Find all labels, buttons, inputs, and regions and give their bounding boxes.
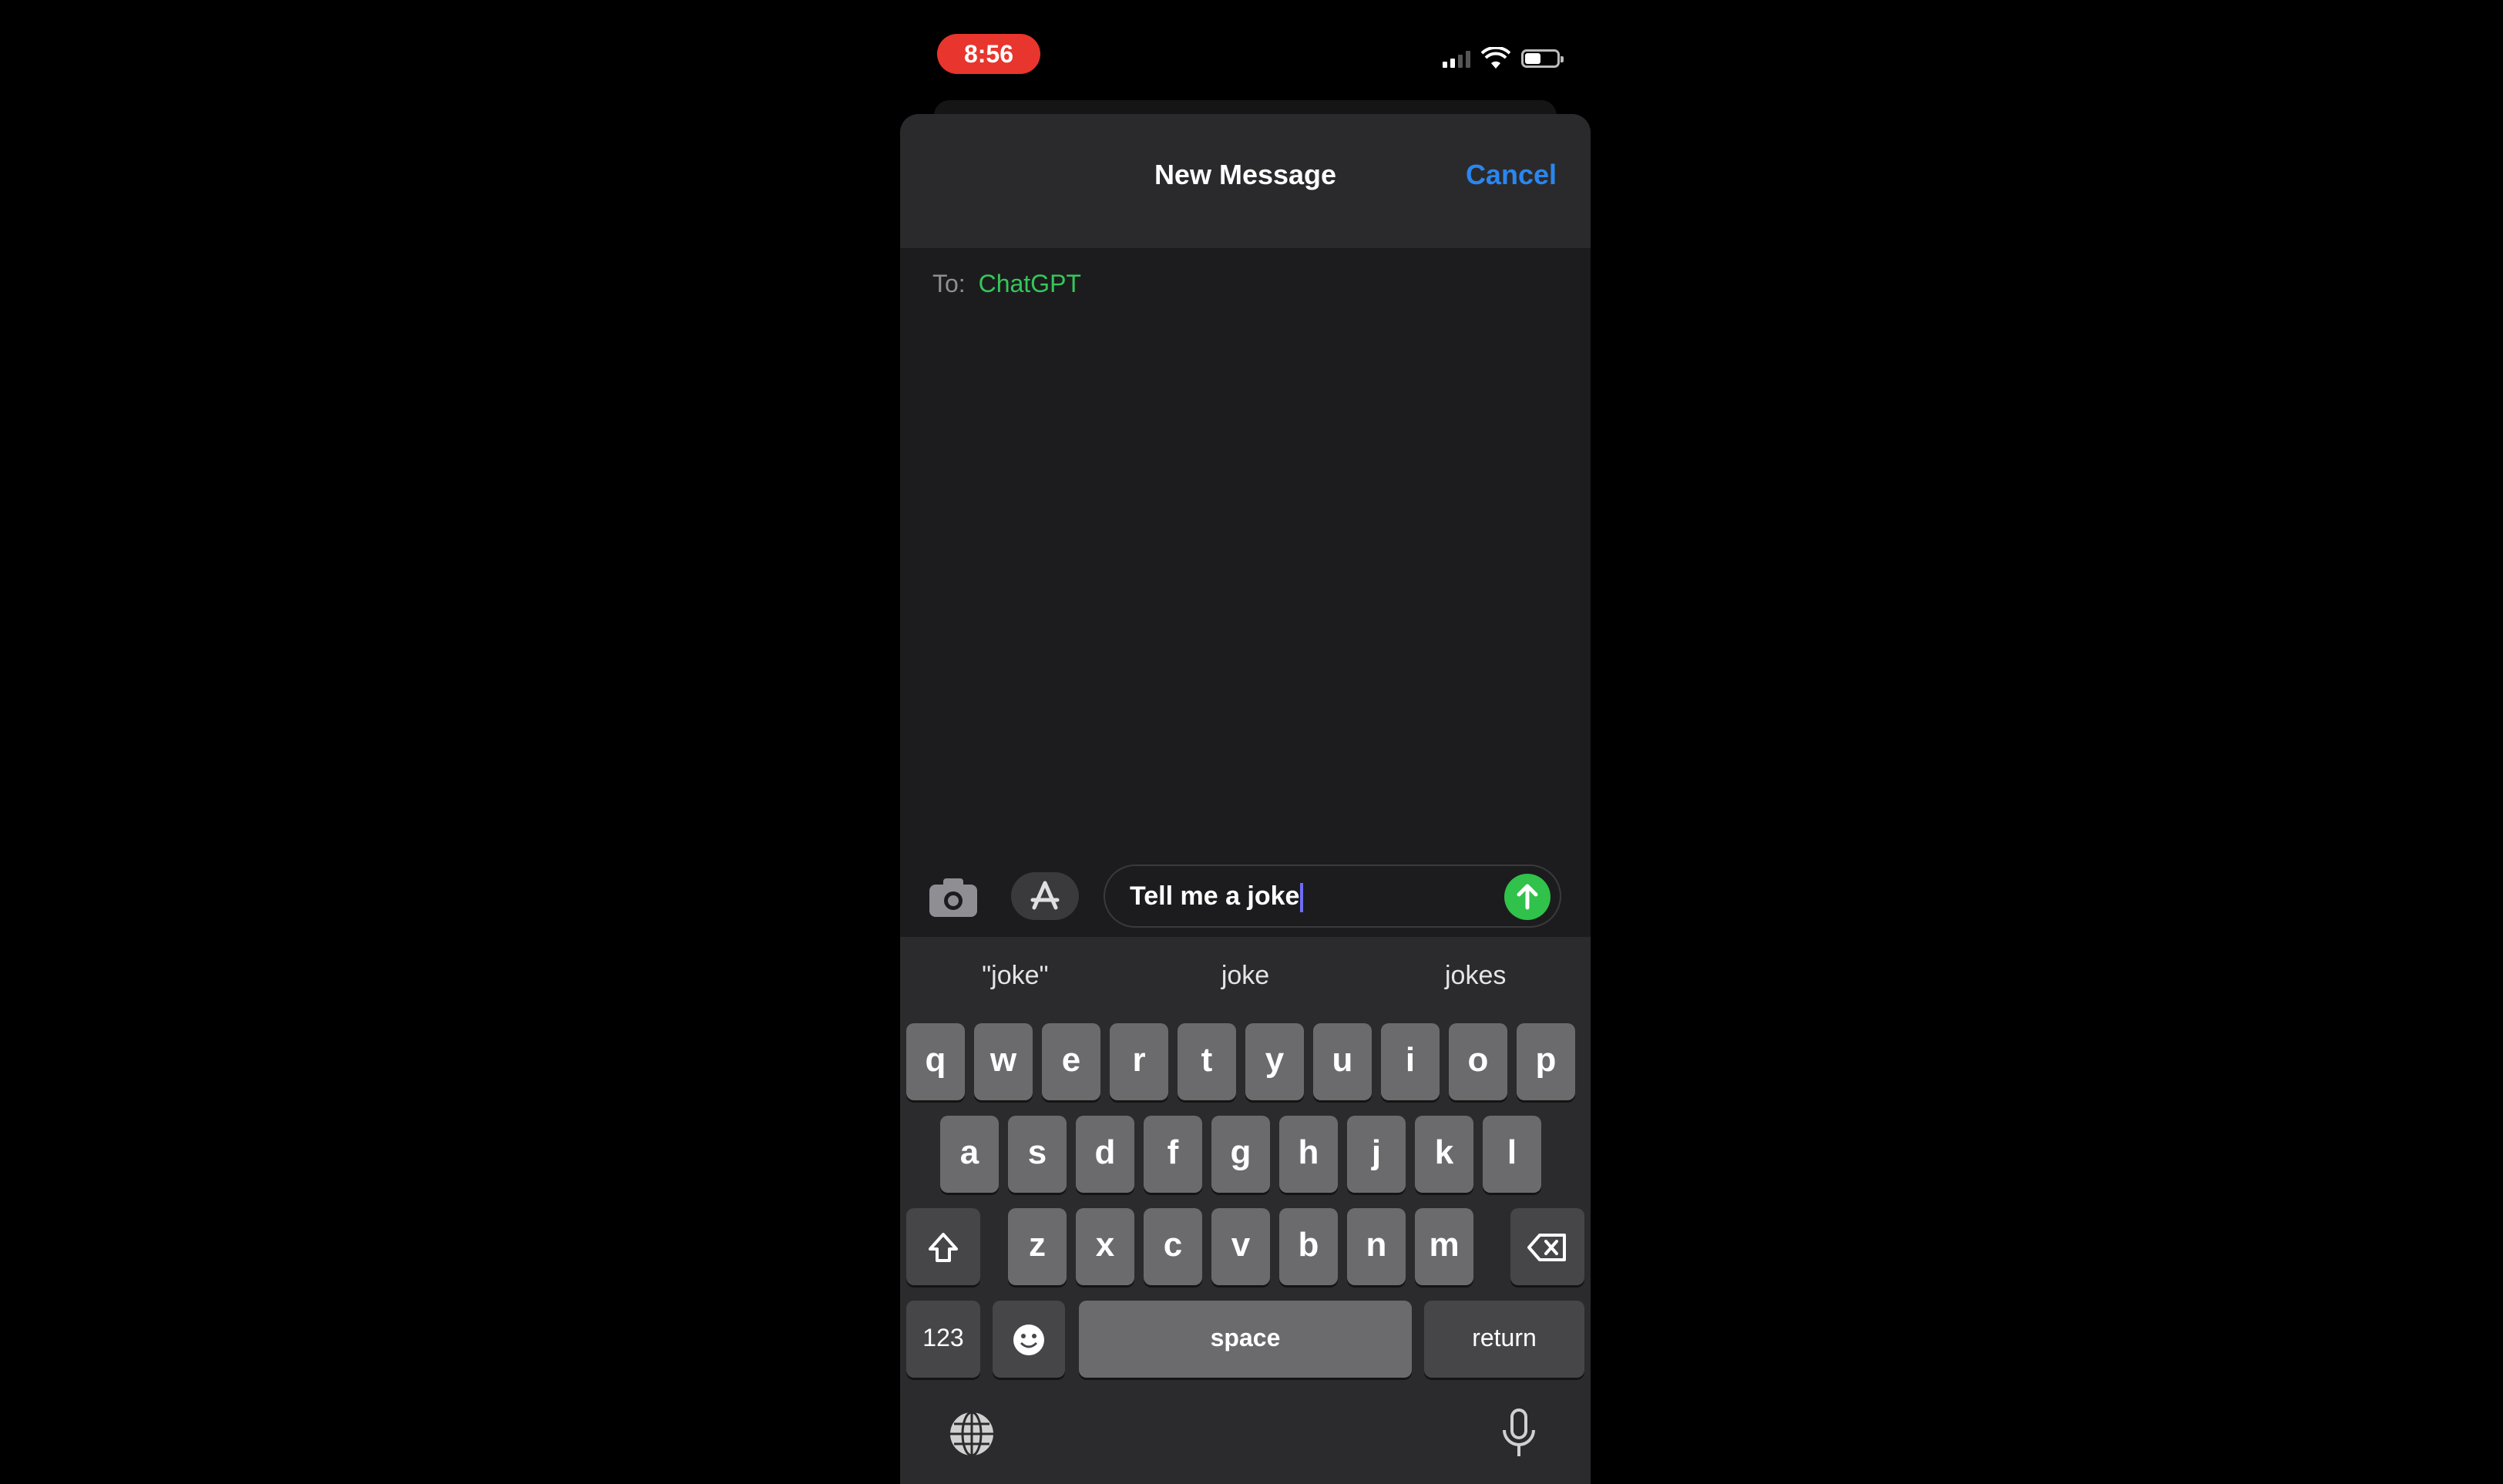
- emoji-icon: [1013, 1324, 1044, 1355]
- send-arrow-icon: [1517, 884, 1538, 910]
- predictive-bar: "joke" joke jokes: [900, 937, 1591, 1014]
- signal-icon: [1443, 49, 1470, 68]
- key-k[interactable]: k: [1415, 1116, 1473, 1193]
- camera-icon: [929, 878, 977, 917]
- key-r[interactable]: r: [1110, 1023, 1168, 1100]
- message-text-field[interactable]: Tell me a joke: [1104, 865, 1561, 928]
- message-text: Tell me a joke: [1130, 881, 1304, 913]
- key-l[interactable]: l: [1483, 1116, 1541, 1193]
- numbers-key[interactable]: 123: [906, 1301, 980, 1378]
- nav-header: New Message Cancel: [900, 114, 1591, 248]
- key-g[interactable]: g: [1211, 1116, 1270, 1193]
- key-m[interactable]: m: [1415, 1208, 1473, 1285]
- key-z[interactable]: z: [1008, 1208, 1067, 1285]
- message-input-bar: Tell me a joke: [900, 861, 1591, 935]
- battery-icon: [1521, 49, 1564, 68]
- key-e[interactable]: e: [1042, 1023, 1100, 1100]
- screen: 8:56 New Message Cancel To: ChatGPT Tell…: [0, 0, 2503, 1484]
- status-icons: [1443, 43, 1564, 74]
- recipient-name[interactable]: ChatGPT: [979, 270, 1081, 297]
- key-h[interactable]: h: [1279, 1116, 1338, 1193]
- space-key[interactable]: space: [1079, 1301, 1412, 1378]
- key-p[interactable]: p: [1517, 1023, 1575, 1100]
- key-s[interactable]: s: [1008, 1116, 1067, 1193]
- recipient-field[interactable]: To: ChatGPT: [932, 270, 1081, 298]
- cancel-button[interactable]: Cancel: [1466, 159, 1557, 191]
- to-label: To:: [932, 270, 966, 297]
- shift-icon: [929, 1232, 958, 1262]
- phone-screen: 8:56 New Message Cancel To: ChatGPT Tell…: [900, 0, 1591, 1484]
- key-d[interactable]: d: [1076, 1116, 1134, 1193]
- app-store-icon: [1030, 881, 1060, 910]
- prediction-2[interactable]: joke: [1131, 937, 1361, 1014]
- prediction-3[interactable]: jokes: [1360, 937, 1591, 1014]
- delete-key[interactable]: [1510, 1208, 1584, 1285]
- key-b[interactable]: b: [1279, 1208, 1338, 1285]
- key-n[interactable]: n: [1347, 1208, 1406, 1285]
- app-store-button[interactable]: [1011, 872, 1079, 920]
- prediction-1[interactable]: "joke": [900, 937, 1131, 1014]
- keyboard: "joke" joke jokes q w e r t y u i o p a …: [900, 937, 1591, 1484]
- key-t[interactable]: t: [1178, 1023, 1236, 1100]
- key-v[interactable]: v: [1211, 1208, 1270, 1285]
- key-i[interactable]: i: [1381, 1023, 1440, 1100]
- key-u[interactable]: u: [1313, 1023, 1372, 1100]
- camera-button[interactable]: [926, 872, 980, 922]
- new-message-sheet: New Message Cancel To: ChatGPT Tell me a…: [900, 114, 1591, 1484]
- wifi-icon: [1481, 47, 1510, 69]
- return-key[interactable]: return: [1424, 1301, 1584, 1378]
- dictation-button[interactable]: [1492, 1407, 1546, 1461]
- status-bar: 8:56: [900, 0, 1591, 100]
- key-j[interactable]: j: [1347, 1116, 1406, 1193]
- key-w[interactable]: w: [974, 1023, 1033, 1100]
- message-text-value: Tell me a joke: [1130, 881, 1300, 911]
- globe-button[interactable]: [945, 1407, 999, 1461]
- microphone-icon: [1503, 1408, 1535, 1456]
- key-c[interactable]: c: [1144, 1208, 1202, 1285]
- key-x[interactable]: x: [1076, 1208, 1134, 1285]
- shift-key[interactable]: [906, 1208, 980, 1285]
- key-f[interactable]: f: [1144, 1116, 1202, 1193]
- key-y[interactable]: y: [1245, 1023, 1304, 1100]
- globe-icon: [950, 1411, 993, 1457]
- key-q[interactable]: q: [906, 1023, 965, 1100]
- key-a[interactable]: a: [940, 1116, 999, 1193]
- status-time: 8:56: [937, 34, 1040, 74]
- send-button[interactable]: [1504, 874, 1551, 920]
- delete-icon: [1527, 1233, 1566, 1261]
- key-o[interactable]: o: [1449, 1023, 1507, 1100]
- battery-level: [1525, 53, 1540, 64]
- emoji-key[interactable]: [993, 1301, 1065, 1378]
- text-caret: [1300, 883, 1304, 913]
